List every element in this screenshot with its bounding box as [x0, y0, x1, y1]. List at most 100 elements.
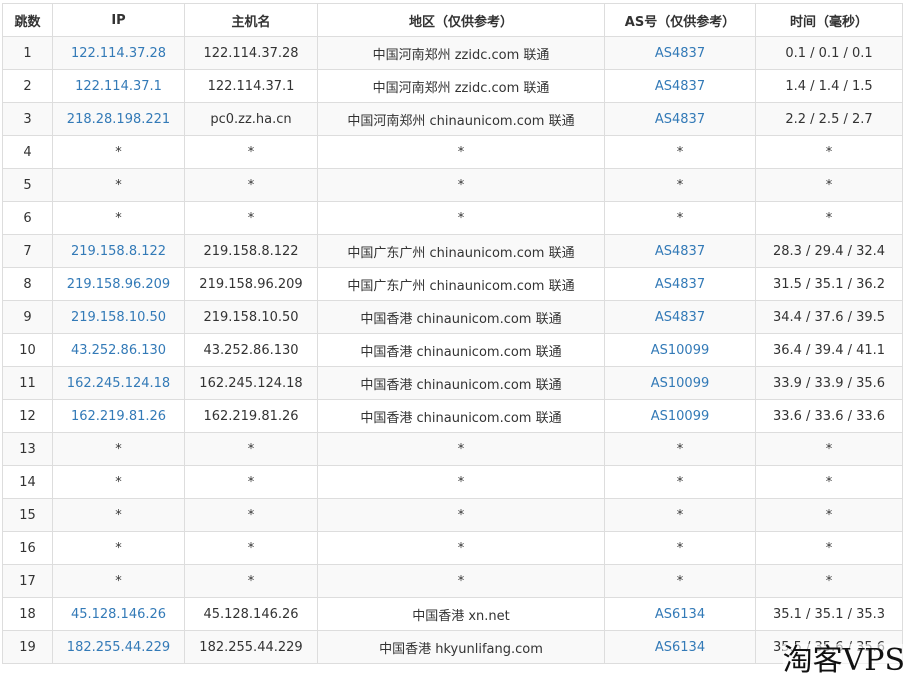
hop-cell: 5: [2, 168, 53, 202]
ip-link[interactable]: 219.158.8.122: [52, 234, 185, 268]
table-row: 9 219.158.10.50 219.158.10.50 中国香港 chinauni…: [2, 300, 903, 334]
ip-link[interactable]: 45.128.146.26: [52, 597, 185, 631]
region-cell: *: [317, 465, 605, 499]
region-cell: *: [317, 168, 605, 202]
as-cell: *: [604, 201, 756, 235]
region-cell: *: [317, 564, 605, 598]
hop-cell: 8: [2, 267, 53, 301]
table-row: 8 219.158.96.209 219.158.96.209 中国广东广州 chin…: [2, 267, 903, 301]
region-cell: 中国香港 xn.net: [317, 597, 605, 631]
hop-cell: 10: [2, 333, 53, 367]
time-cell: *: [755, 564, 903, 598]
as-link[interactable]: AS4837: [604, 300, 756, 334]
region-cell: *: [317, 498, 605, 532]
table-row: 15 * * * * *: [2, 498, 903, 532]
as-link[interactable]: AS10099: [604, 366, 756, 400]
ip-link[interactable]: 122.114.37.28: [52, 36, 185, 70]
ip-link[interactable]: 219.158.10.50: [52, 300, 185, 334]
region-cell: *: [317, 531, 605, 565]
time-cell: 33.9 / 33.9 / 35.6: [755, 366, 903, 400]
as-link[interactable]: AS6134: [604, 630, 756, 664]
region-cell: 中国香港 chinaunicom.com 联通: [317, 366, 605, 400]
hostname-cell: *: [184, 135, 318, 169]
region-cell: 中国香港 chinaunicom.com 联通: [317, 333, 605, 367]
ip-link[interactable]: 162.219.81.26: [52, 399, 185, 433]
header-time: 时间（毫秒）: [755, 3, 903, 37]
region-cell: *: [317, 201, 605, 235]
as-cell: *: [604, 498, 756, 532]
hop-cell: 3: [2, 102, 53, 136]
ip-link[interactable]: 122.114.37.1: [52, 69, 185, 103]
table-row: 7 219.158.8.122 219.158.8.122 中国广东广州 chinau…: [2, 234, 903, 268]
table-row: 3 218.28.198.221 pc0.zz.ha.cn 中国河南郑州 chinau…: [2, 102, 903, 136]
ip-link[interactable]: 43.252.86.130: [52, 333, 185, 367]
as-cell: *: [604, 465, 756, 499]
time-cell: 2.2 / 2.5 / 2.7: [755, 102, 903, 136]
time-cell: 28.3 / 29.4 / 32.4: [755, 234, 903, 268]
header-as: AS号（仅供参考）: [604, 3, 756, 37]
hostname-cell: *: [184, 168, 318, 202]
table-row: 17 * * * * *: [2, 564, 903, 598]
as-cell: *: [604, 168, 756, 202]
as-link[interactable]: AS4837: [604, 234, 756, 268]
time-cell: *: [755, 201, 903, 235]
hop-cell: 16: [2, 531, 53, 565]
hop-cell: 17: [2, 564, 53, 598]
table-row: 10 43.252.86.130 43.252.86.130 中国香港 chinaun…: [2, 333, 903, 367]
as-link[interactable]: AS6134: [604, 597, 756, 631]
table-header: 跳数 IP 主机名 地区（仅供参考） AS号（仅供参考） 时间（毫秒）: [2, 3, 903, 37]
as-cell: *: [604, 531, 756, 565]
as-link[interactable]: AS4837: [604, 267, 756, 301]
ip-cell: *: [52, 201, 185, 235]
hostname-cell: pc0.zz.ha.cn: [184, 102, 318, 136]
as-link[interactable]: AS10099: [604, 399, 756, 433]
table-body: 1 122.114.37.28 122.114.37.28 中国河南郑州 zzidc.…: [2, 36, 903, 664]
hostname-cell: *: [184, 201, 318, 235]
as-link[interactable]: AS4837: [604, 102, 756, 136]
time-cell: *: [755, 531, 903, 565]
table-row: 16 * * * * *: [2, 531, 903, 565]
as-cell: *: [604, 432, 756, 466]
time-cell: *: [755, 432, 903, 466]
ip-cell: *: [52, 432, 185, 466]
time-cell: 36.4 / 39.4 / 41.1: [755, 333, 903, 367]
ip-cell: *: [52, 135, 185, 169]
hop-cell: 11: [2, 366, 53, 400]
region-cell: 中国广东广州 chinaunicom.com 联通: [317, 234, 605, 268]
ip-link[interactable]: 162.245.124.18: [52, 366, 185, 400]
time-cell: 34.4 / 37.6 / 39.5: [755, 300, 903, 334]
header-row: 跳数 IP 主机名 地区（仅供参考） AS号（仅供参考） 时间（毫秒）: [2, 3, 903, 37]
hostname-cell: 45.128.146.26: [184, 597, 318, 631]
as-cell: *: [604, 564, 756, 598]
region-cell: 中国河南郑州 zzidc.com 联通: [317, 36, 605, 70]
ip-cell: *: [52, 168, 185, 202]
ip-link[interactable]: 182.255.44.229: [52, 630, 185, 664]
watermark: 淘客VPS: [782, 643, 905, 678]
hostname-cell: 122.114.37.1: [184, 69, 318, 103]
hop-cell: 19: [2, 630, 53, 664]
ip-cell: *: [52, 564, 185, 598]
hop-cell: 2: [2, 69, 53, 103]
table-row: 13 * * * * *: [2, 432, 903, 466]
region-cell: *: [317, 135, 605, 169]
as-link[interactable]: AS4837: [604, 36, 756, 70]
traceroute-table: 跳数 IP 主机名 地区（仅供参考） AS号（仅供参考） 时间（毫秒） 1 122…: [2, 3, 903, 664]
hostname-cell: 122.114.37.28: [184, 36, 318, 70]
hop-cell: 6: [2, 201, 53, 235]
table-row: 19 182.255.44.229 182.255.44.229 中国香港 hkyun…: [2, 630, 903, 664]
as-link[interactable]: AS10099: [604, 333, 756, 367]
hostname-cell: *: [184, 531, 318, 565]
as-link[interactable]: AS4837: [604, 69, 756, 103]
hop-cell: 1: [2, 36, 53, 70]
hostname-cell: 219.158.10.50: [184, 300, 318, 334]
table-row: 1 122.114.37.28 122.114.37.28 中国河南郑州 zzidc.…: [2, 36, 903, 70]
hostname-cell: 219.158.8.122: [184, 234, 318, 268]
ip-link[interactable]: 219.158.96.209: [52, 267, 185, 301]
table-row: 5 * * * * *: [2, 168, 903, 202]
hostname-cell: *: [184, 498, 318, 532]
header-hop: 跳数: [2, 3, 53, 37]
ip-link[interactable]: 218.28.198.221: [52, 102, 185, 136]
time-cell: *: [755, 168, 903, 202]
region-cell: 中国香港 chinaunicom.com 联通: [317, 399, 605, 433]
table-row: 12 162.219.81.26 162.219.81.26 中国香港 chinaun…: [2, 399, 903, 433]
